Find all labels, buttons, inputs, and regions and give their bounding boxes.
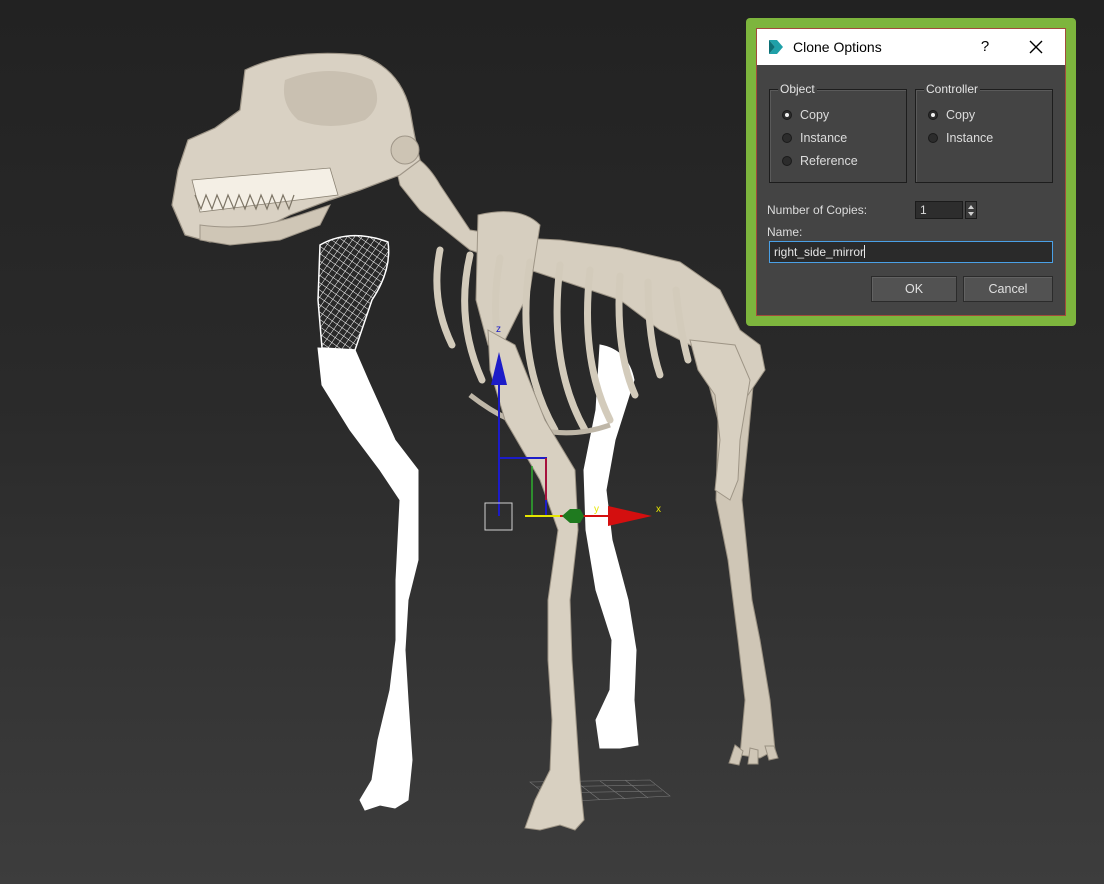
cancel-button[interactable]: Cancel <box>963 276 1053 302</box>
radio-label: Copy <box>800 108 830 122</box>
z-axis-label: z <box>496 324 501 335</box>
dialog-highlight-frame: Clone Options ? Object Copy Instance Ref… <box>746 18 1076 326</box>
object-reference-radio[interactable]: Reference <box>782 154 858 168</box>
clone-options-dialog: Clone Options ? Object Copy Instance Ref… <box>756 28 1066 316</box>
copies-label: Number of Copies: <box>767 203 868 217</box>
object-instance-radio[interactable]: Instance <box>782 131 847 145</box>
help-button[interactable]: ? <box>973 35 997 59</box>
object-group: Object Copy Instance Reference <box>769 82 907 183</box>
x-axis-label: x <box>656 504 661 515</box>
number-of-copies-input[interactable]: 1 <box>915 201 963 219</box>
radio-label: Copy <box>946 108 976 122</box>
close-button[interactable] <box>1021 33 1051 61</box>
controller-instance-radio[interactable]: Instance <box>928 131 993 145</box>
object-copy-radio[interactable]: Copy <box>782 108 829 122</box>
radio-label: Reference <box>800 154 858 168</box>
object-group-legend: Object <box>778 82 817 96</box>
controller-group-legend: Controller <box>924 82 981 96</box>
dialog-title: Clone Options <box>793 39 882 55</box>
controller-copy-radio[interactable]: Copy <box>928 108 975 122</box>
name-input[interactable]: right_side_mirror <box>769 241 1053 263</box>
spinner-down-icon[interactable] <box>968 212 974 216</box>
radio-label: Instance <box>946 131 994 145</box>
x-axis-arrow-icon <box>608 506 652 526</box>
radio-unchecked-icon[interactable] <box>928 133 938 143</box>
spinner-up-icon[interactable] <box>968 205 974 209</box>
dialog-titlebar[interactable]: Clone Options ? <box>757 29 1065 65</box>
text-caret <box>864 245 866 258</box>
3dsmax-app-icon <box>769 40 783 54</box>
controller-group: Controller Copy Instance <box>915 82 1053 183</box>
radio-checked-icon[interactable] <box>928 110 938 120</box>
radio-label: Instance <box>800 131 848 145</box>
y-axis-label: y <box>594 504 599 515</box>
skeleton-skull <box>171 52 421 246</box>
name-input-value: right_side_mirror <box>774 245 865 259</box>
radio-checked-icon[interactable] <box>782 110 792 120</box>
close-icon <box>1029 40 1043 54</box>
radio-unchecked-icon[interactable] <box>782 133 792 143</box>
copies-spinner[interactable] <box>965 201 977 219</box>
ok-button[interactable]: OK <box>871 276 957 302</box>
radio-unchecked-icon[interactable] <box>782 156 792 166</box>
name-label: Name: <box>767 225 803 239</box>
